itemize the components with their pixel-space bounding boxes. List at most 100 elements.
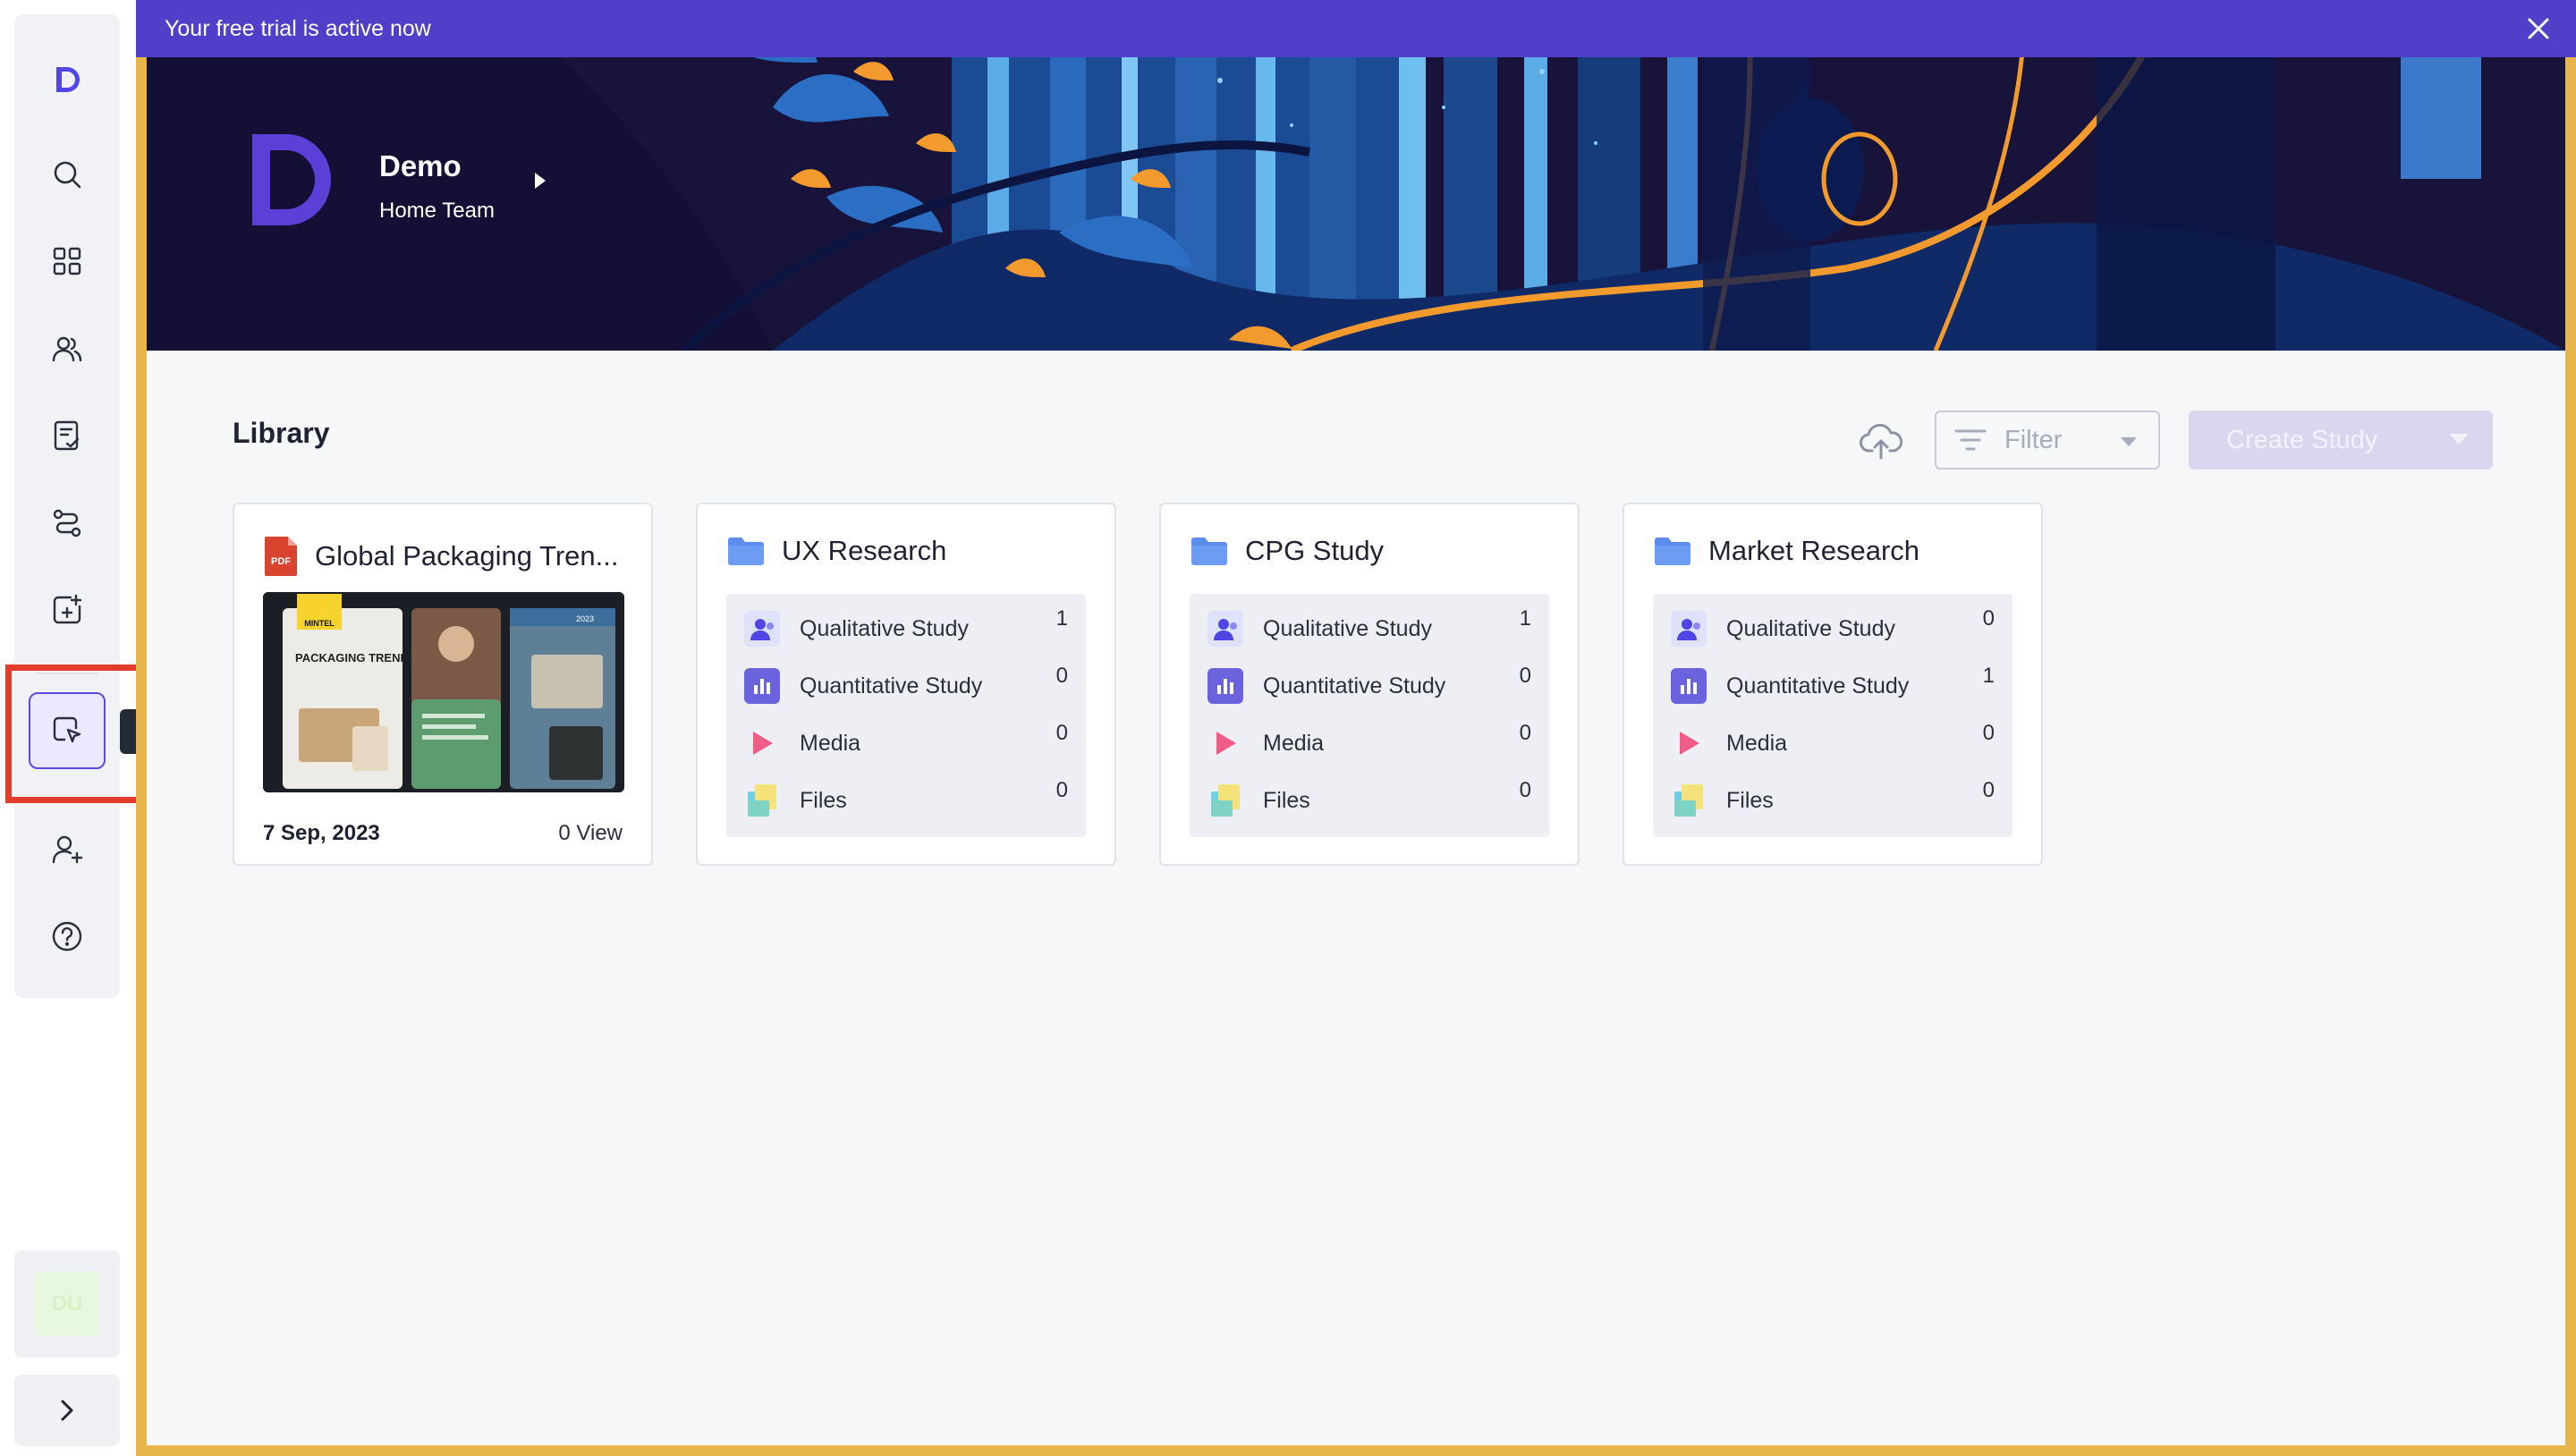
search-icon[interactable] (29, 136, 106, 213)
help-icon[interactable] (29, 898, 106, 975)
team-logo-icon (252, 134, 331, 225)
folder-contents: Qualitative Study 0 Quantitative Study 1… (1653, 594, 2012, 837)
pdf-thumbnail-image: MINTEL PACKAGING TRENDS 2023 (263, 592, 624, 792)
list-item-count: 0 (1519, 778, 1531, 802)
filter-dropdown[interactable]: Filter (1935, 411, 2160, 470)
list-item-label: Quantitative Study (1726, 673, 1910, 698)
folder-card-header: Market Research (1653, 535, 1919, 567)
folder-title[interactable]: Market Research (1708, 535, 1919, 567)
list-item-label: Qualitative Study (800, 615, 969, 641)
library-title: Library (233, 417, 330, 449)
create-study-label: Create Study (2226, 425, 2378, 454)
filter-icon (1954, 429, 1987, 451)
trial-banner-text: Your free trial is active now (165, 15, 431, 41)
list-item-label: Media (1263, 730, 1325, 756)
quantitative-icon (1208, 668, 1243, 704)
list-item-label: Media (1726, 730, 1788, 756)
list-item-label: Files (1263, 787, 1310, 813)
journey-icon[interactable] (29, 485, 106, 562)
list-item[interactable]: Media 0 (744, 721, 1068, 766)
list-item[interactable]: Files 0 (1208, 778, 1531, 823)
folder-card-header: CPG Study (1190, 535, 1384, 567)
folder-contents: Qualitative Study 1 Quantitative Study 0… (726, 594, 1086, 837)
list-item-count: 0 (1055, 664, 1068, 688)
trial-banner: Your free trial is active now (136, 0, 2576, 57)
upload-cloud-icon[interactable] (1859, 419, 1903, 463)
list-item-count: 0 (1982, 721, 1995, 745)
filter-label: Filter (2004, 425, 2063, 454)
folder-title[interactable]: CPG Study (1245, 535, 1384, 567)
list-item-count: 0 (1982, 778, 1995, 802)
list-item-count: 0 (1519, 664, 1531, 688)
pdf-badge: PDF (271, 556, 291, 567)
list-item[interactable]: Quantitative Study 0 (1208, 664, 1531, 708)
user-area: DU (14, 1250, 120, 1358)
files-icon (744, 783, 780, 818)
survey-icon[interactable] (29, 397, 106, 474)
list-item[interactable]: Files 0 (744, 778, 1068, 823)
qualitative-icon (1208, 611, 1243, 647)
list-item[interactable]: Qualitative Study 1 (744, 606, 1068, 651)
create-study-button[interactable]: Create Study (2189, 411, 2493, 470)
dashboard-grid-icon[interactable] (29, 223, 106, 300)
list-item-label: Quantitative Study (800, 673, 983, 698)
thumb-headline: PACKAGING TRENDS (295, 651, 417, 665)
app-logo-icon[interactable] (29, 41, 106, 118)
list-item[interactable]: Quantitative Study 0 (744, 664, 1068, 708)
thumb-year: 2023 (576, 614, 594, 623)
list-item[interactable]: Media 0 (1671, 721, 1995, 766)
folder-icon (1655, 538, 1690, 565)
list-item-count: 0 (1055, 721, 1068, 745)
list-item-count: 1 (1519, 606, 1531, 631)
qualitative-icon (744, 611, 780, 647)
folder-title[interactable]: UX Research (782, 535, 946, 567)
list-item[interactable]: Files 0 (1671, 778, 1995, 823)
pdf-card-title[interactable]: Global Packaging Tren... (315, 540, 618, 572)
main-content: Demo Home Team Library Filter Create Stu… (136, 0, 2576, 1456)
folder-card[interactable]: CPG Study Qualitative Study 1 Quantitati… (1159, 503, 1580, 866)
files-icon (1671, 783, 1707, 818)
chevron-right-icon (61, 1400, 73, 1421)
expand-sidebar-button[interactable] (14, 1375, 120, 1446)
folder-card-header: UX Research (726, 535, 946, 567)
list-item[interactable]: Quantitative Study 1 (1671, 664, 1995, 708)
list-item-label: Quantitative Study (1263, 673, 1446, 698)
chevron-down-icon[interactable] (2448, 432, 2470, 446)
quantitative-icon (1671, 668, 1707, 704)
pdf-card-header: PDF Global Packaging Tren... (263, 535, 618, 578)
media-icon (1671, 725, 1707, 761)
folder-card[interactable]: UX Research Qualitative Study 1 Quantita… (696, 503, 1116, 866)
thumb-brand: MINTEL (304, 619, 335, 628)
folder-icon (728, 538, 764, 565)
caret-right-icon[interactable] (531, 170, 549, 191)
pdf-thumbnail[interactable]: MINTEL PACKAGING TRENDS 2023 (263, 592, 624, 792)
add-project-icon[interactable] (29, 571, 106, 648)
pdf-view-count: 0 View (558, 821, 623, 845)
team-name[interactable]: Demo (379, 149, 462, 183)
invite-user-icon[interactable] (29, 811, 106, 888)
list-item-count: 1 (1982, 664, 1995, 688)
files-icon (1208, 783, 1243, 818)
list-item[interactable]: Media 0 (1208, 721, 1531, 766)
qualitative-icon (1671, 611, 1707, 647)
list-item[interactable]: Qualitative Study 1 (1208, 606, 1531, 651)
list-item-label: Files (1726, 787, 1774, 813)
list-item-label: Qualitative Study (1726, 615, 1895, 641)
folder-card[interactable]: Market Research Qualitative Study 0 Quan… (1623, 503, 2043, 866)
folder-contents: Qualitative Study 1 Quantitative Study 0… (1190, 594, 1549, 837)
list-item-count: 0 (1519, 721, 1531, 745)
list-item[interactable]: Qualitative Study 0 (1671, 606, 1995, 651)
team-subtitle: Home Team (379, 199, 495, 223)
avatar[interactable]: DU (35, 1272, 99, 1336)
list-item-label: Media (800, 730, 861, 756)
folder-icon (1191, 538, 1227, 565)
pdf-file-icon: PDF (265, 537, 297, 576)
list-item-label: Qualitative Study (1263, 615, 1432, 641)
users-icon[interactable] (29, 310, 106, 387)
sidebar (14, 14, 120, 998)
media-icon (1208, 725, 1243, 761)
close-icon[interactable] (2522, 13, 2555, 45)
chevron-down-icon (2121, 437, 2137, 446)
list-item-count: 0 (1055, 778, 1068, 802)
pdf-card[interactable]: PDF Global Packaging Tren... MINTEL PACK… (233, 503, 653, 866)
